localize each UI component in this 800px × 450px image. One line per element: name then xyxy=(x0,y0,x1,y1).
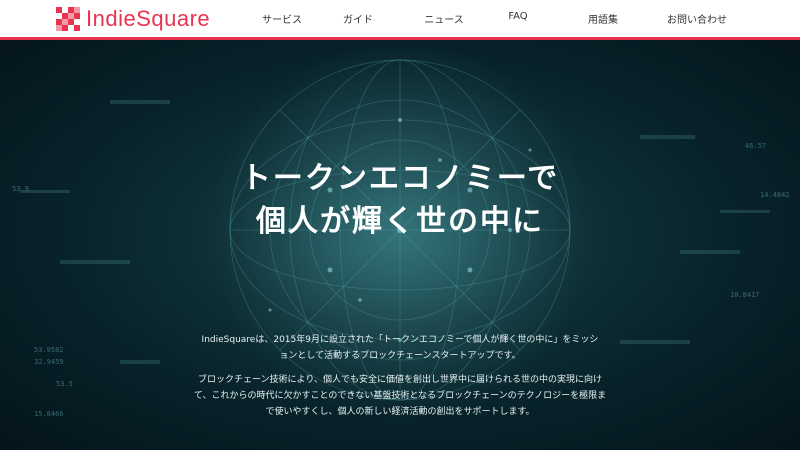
hero-paragraph-2: ブロックチェーン技術により、個人でも安全に価値を創出し世界中に届けられる世の中の… xyxy=(180,372,620,420)
paragraph-line: ョンとして活動するブロックチェーンスタートアップです。 xyxy=(279,351,521,361)
hero-headline-line2: 個人が輝く世の中に xyxy=(256,204,544,239)
nav-glossary[interactable]: 用語集 xyxy=(588,11,618,26)
nav-contact[interactable]: お問い合わせ xyxy=(667,11,727,26)
paragraph-line: IndieSquareは、2015年9月に設立された「トークンエコノミーで個人が… xyxy=(201,335,599,345)
paragraph-line: で使いやすくし、個人の新しい経済活動の創出をサポートします。 xyxy=(265,407,535,417)
nav-faq[interactable]: FAQ xyxy=(508,11,527,22)
hero-headline-line1: トークンエコノミーで xyxy=(240,161,560,196)
bg-number: 15.8466 xyxy=(34,410,64,418)
nav-services[interactable]: サービス xyxy=(262,11,302,26)
hero-paragraph-1: IndieSquareは、2015年9月に設立された「トークンエコノミーで個人が… xyxy=(180,332,620,364)
nav-news[interactable]: ニュース xyxy=(424,11,464,26)
paragraph-line: ブロックチェーン技術により、個人でも安全に価値を創出し世界中に届けられる世の中の… xyxy=(197,375,602,385)
paragraph-line: て、これからの時代に欠かすことのできない基盤技術となるブロックチェーンのテクノロ… xyxy=(193,391,607,401)
bg-number: 10.8417 xyxy=(730,291,760,299)
bg-number: 46.57 xyxy=(745,142,766,150)
pixel-checker-logo-icon xyxy=(56,7,80,31)
bg-number: 32.9459 xyxy=(34,358,64,366)
logo-text: IndieSquare xyxy=(86,6,211,31)
nav-guide[interactable]: ガイド xyxy=(343,11,373,26)
site-logo[interactable]: IndieSquare xyxy=(56,5,210,33)
bg-number: 53.9582 xyxy=(34,346,64,354)
site-header: IndieSquare サービス ガイド ニュース FAQ 用語集 お問い合わせ xyxy=(0,0,800,40)
hero-section: 53.9582 32.9459 53.5 15.8466 46.57 14.48… xyxy=(0,40,800,450)
bg-number: 53.5 xyxy=(56,380,73,388)
